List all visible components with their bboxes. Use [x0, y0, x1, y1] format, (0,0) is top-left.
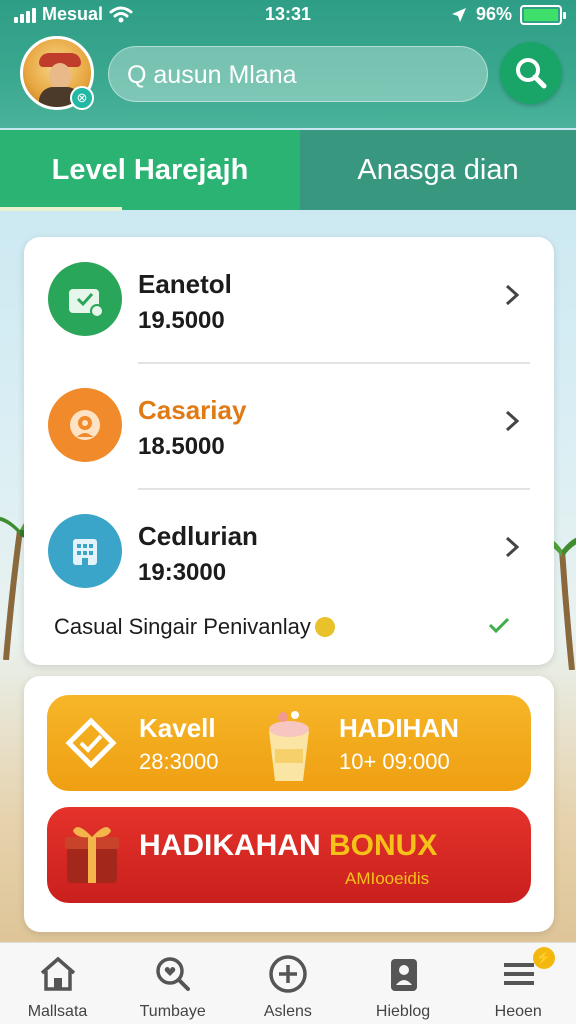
tab-bar: Level Harejajh Anasga dian: [0, 130, 576, 210]
tab-level[interactable]: Level Harejajh: [0, 130, 300, 210]
wallet-icon: [48, 262, 122, 336]
nav-label: Tumbaye: [139, 1003, 206, 1020]
search-icon: [516, 58, 547, 89]
notification-badge: ⚡: [532, 947, 555, 969]
bonus-banner[interactable]: HADIKAHAN BONUX AMIooeidis: [47, 807, 531, 903]
list-item-value: 18.5000: [138, 433, 225, 460]
bonus-label-a: HADIKAHAN: [139, 829, 321, 862]
tab-anasga[interactable]: Anasga dian: [300, 130, 576, 210]
chevron-right-icon: [505, 536, 520, 558]
nav-label: Heoen: [494, 1003, 542, 1020]
building-icon: [48, 514, 122, 588]
bottom-nav: Mallsata Tumbaye Aslens Hieblog ⚡ Heoen: [0, 942, 576, 1024]
reward-label: HADIHAN: [339, 713, 459, 743]
plus-circle-icon: [269, 955, 308, 993]
home-icon: [40, 956, 76, 991]
nav-item-aslens[interactable]: Aslens: [230, 943, 345, 1024]
list-item[interactable]: Casariay 18.5000: [24, 363, 554, 488]
status-bar: Mesual 13:31 96%: [0, 0, 576, 30]
list-item[interactable]: Eanetol 19.5000: [24, 237, 554, 362]
tag-icon: [65, 717, 117, 769]
card-footer: Casual Singair Penivanlay: [54, 614, 335, 640]
bonus-label: HADIKAHAN BONUX: [139, 829, 437, 863]
smile-emoji-icon: [314, 617, 335, 637]
list-item-title: Cedlurian: [138, 521, 258, 551]
status-right: 96%: [450, 4, 566, 25]
nav-item-hieblog[interactable]: Hieblog: [346, 943, 461, 1024]
profile-icon: [390, 959, 417, 991]
avatar-badge: ⊗: [70, 86, 94, 110]
reward-value: 10+ 09:000: [339, 749, 450, 774]
nav-item-heoen[interactable]: ⚡ Heoen: [461, 943, 576, 1024]
list-item[interactable]: Cedlurian 19:3000: [24, 489, 554, 614]
reward-value: 28:3000: [139, 749, 219, 774]
battery-icon: [520, 4, 566, 25]
list-item-value: 19:3000: [138, 559, 227, 586]
bonus-subtext: AMIooeidis: [345, 869, 430, 888]
search-heart-icon: [156, 957, 191, 991]
nav-label: Mallsata: [27, 1003, 88, 1020]
app-header: Mesual 13:31 96% ⊗ Q ausun Mlana: [0, 0, 576, 128]
rewards-card: Kavell 28:3000 HADIHAN 10+ 09:000 HADIKA…: [24, 676, 554, 932]
list-item-value: 19.5000: [138, 307, 225, 334]
balance-list-card: Eanetol 19.5000 Casariay 18.5000 Cedluri…: [24, 237, 554, 665]
search-button[interactable]: [500, 42, 562, 104]
footer-text: Casual Singair Penivanlay: [54, 614, 311, 639]
reward-banner[interactable]: Kavell 28:3000 HADIHAN 10+ 09:000: [47, 695, 531, 791]
check-icon: [488, 617, 510, 633]
location-arrow-icon: [451, 7, 466, 22]
gift-box-icon: [65, 827, 119, 883]
reward-label: Kavell: [139, 713, 216, 743]
battery-percent: 96%: [475, 4, 512, 24]
search-input[interactable]: Q ausun Mlana: [108, 46, 488, 102]
chevron-right-icon: [505, 410, 520, 432]
tab-indicator: [0, 207, 122, 211]
bonus-label-b: BONUX: [329, 829, 438, 862]
badge-icon: [48, 388, 122, 462]
nav-item-tumbaye[interactable]: Tumbaye: [115, 943, 230, 1024]
nav-item-home[interactable]: Mallsata: [0, 943, 115, 1024]
nav-label: Aslens: [263, 1003, 312, 1020]
nav-label: Hieblog: [375, 1003, 431, 1020]
drink-cup-icon: [269, 711, 309, 781]
list-item-title: Casariay: [138, 395, 247, 425]
list-item-title: Eanetol: [138, 269, 232, 299]
chevron-right-icon: [505, 284, 520, 306]
